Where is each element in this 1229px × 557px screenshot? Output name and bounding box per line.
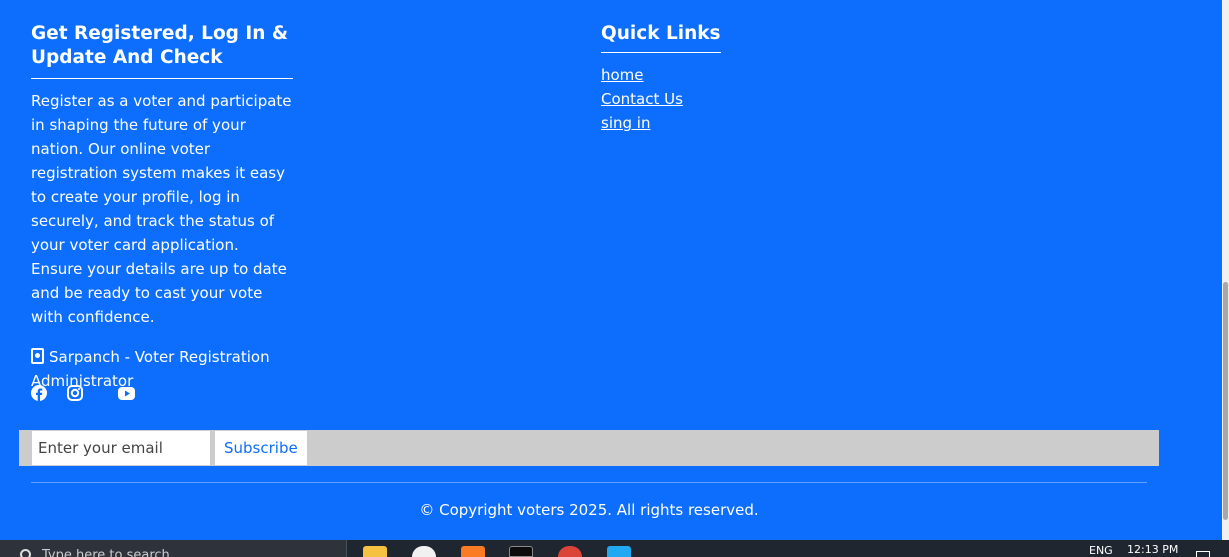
list-item: sing in: [601, 111, 721, 135]
windows-taskbar: Type here to search ENG 12:13 PM: [0, 540, 1229, 557]
vscode-icon[interactable]: [607, 546, 631, 557]
search-icon: [20, 549, 31, 557]
about-section: Get Registered, Log In & Update And Chec…: [31, 22, 293, 393]
admin-text: Sarpanch - Voter Registration Administra…: [31, 348, 270, 390]
quick-links-heading: Quick Links: [601, 22, 721, 53]
paint-icon[interactable]: [412, 546, 436, 557]
social-links: [31, 385, 135, 401]
id-badge-icon: [31, 348, 44, 364]
about-description: Register as a voter and participate in s…: [31, 92, 292, 326]
list-item: Contact Us: [601, 87, 721, 111]
quick-links-section: Quick Links home Contact Us sing in: [601, 22, 721, 135]
quick-links-list: home Contact Us sing in: [601, 63, 721, 135]
notifications-icon[interactable]: [1196, 551, 1210, 557]
about-heading: Get Registered, Log In & Update And Chec…: [31, 22, 293, 79]
page-scrollbar[interactable]: [1222, 0, 1229, 540]
copyright-text: © Copyright voters 2025. All rights rese…: [419, 501, 759, 519]
instagram-icon[interactable]: [67, 385, 83, 401]
subscribe-bar: Subscribe: [19, 430, 1159, 466]
youtube-icon[interactable]: [118, 386, 135, 400]
file-explorer-icon[interactable]: [363, 546, 387, 557]
taskbar-search-placeholder: Type here to search: [42, 548, 170, 557]
list-item: home: [601, 63, 721, 87]
scrollbar-thumb[interactable]: [1223, 282, 1228, 520]
email-input[interactable]: [32, 431, 210, 465]
link-contact-us[interactable]: Contact Us: [601, 90, 683, 108]
clock[interactable]: 12:13 PM: [1127, 543, 1178, 556]
facebook-icon[interactable]: [31, 385, 47, 401]
link-home[interactable]: home: [601, 66, 644, 84]
subscribe-button[interactable]: Subscribe: [215, 431, 307, 465]
link-sign-in[interactable]: sing in: [601, 114, 650, 132]
taskbar-search[interactable]: Type here to search: [0, 540, 347, 557]
divider: [31, 482, 1147, 483]
language-indicator[interactable]: ENG: [1089, 544, 1113, 557]
xampp-icon[interactable]: [461, 546, 485, 557]
chrome-icon[interactable]: [558, 546, 582, 557]
terminal-icon[interactable]: [509, 546, 533, 557]
